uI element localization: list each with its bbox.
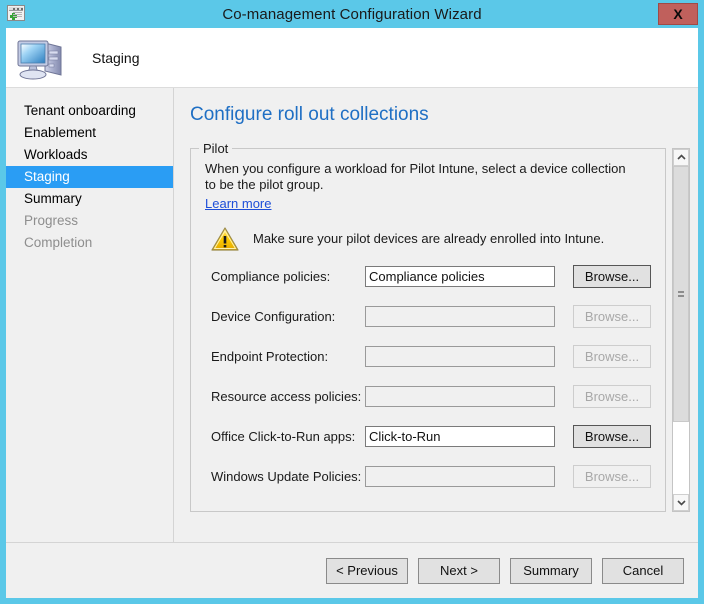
scroll-thumb-grip (678, 291, 684, 299)
field-row-endpoint-protection: Endpoint Protection: Browse... (205, 345, 651, 367)
field-row-device-configuration: Device Configuration: Browse... (205, 305, 651, 327)
sidebar-item-progress: Progress (6, 210, 173, 232)
input-device-configuration[interactable] (365, 306, 555, 327)
next-button[interactable]: Next > (418, 558, 500, 584)
field-row-compliance-policies: Compliance policies: Browse... (205, 265, 651, 287)
browse-button-endpoint-protection: Browse... (573, 345, 651, 368)
input-windows-update-policies[interactable] (365, 466, 555, 487)
panel-wrap: Pilot When you configure a workload for … (190, 148, 698, 542)
chevron-up-icon[interactable] (673, 149, 689, 166)
content-pane: Configure roll out collections Pilot Whe… (174, 88, 698, 542)
sidebar-item-enablement[interactable]: Enablement (6, 122, 173, 144)
scrollbar-track[interactable] (673, 166, 689, 494)
warning-row: Make sure your pilot devices are already… (211, 226, 651, 251)
warning-triangle-icon (211, 226, 239, 251)
input-endpoint-protection[interactable] (365, 346, 555, 367)
sidebar-item-completion: Completion (6, 232, 173, 254)
wizard-banner: Staging (6, 28, 698, 88)
browse-button-office-click-to-run-apps[interactable]: Browse... (573, 425, 651, 448)
wizard-step-list: Tenant onboarding Enablement Workloads S… (6, 88, 174, 542)
groupbox-legend: Pilot (199, 141, 232, 156)
banner-title: Staging (92, 50, 139, 66)
title-bar: Co-management Configuration Wizard X (0, 0, 704, 28)
field-label-compliance-policies: Compliance policies: (205, 269, 365, 284)
wizard-footer: < Previous Next > Summary Cancel (6, 542, 698, 598)
collection-fields: Compliance policies: Browse... Device Co… (205, 265, 651, 487)
field-label-endpoint-protection: Endpoint Protection: (205, 349, 365, 364)
learn-more-link[interactable]: Learn more (205, 196, 271, 211)
page-title: Configure roll out collections (190, 104, 698, 126)
field-label-windows-update-policies: Windows Update Policies: (205, 469, 365, 484)
field-row-windows-update-policies: Windows Update Policies: Browse... (205, 465, 651, 487)
input-office-click-to-run-apps[interactable] (365, 426, 555, 447)
client-area: Staging Tenant onboarding Enablement Wor… (6, 28, 698, 598)
input-resource-access-policies[interactable] (365, 386, 555, 407)
browse-button-device-configuration: Browse... (573, 305, 651, 328)
close-button[interactable]: X (658, 3, 698, 25)
input-compliance-policies[interactable] (365, 266, 555, 287)
warning-text: Make sure your pilot devices are already… (253, 231, 604, 246)
sidebar-item-staging[interactable]: Staging (6, 166, 173, 188)
field-row-office-click-to-run-apps: Office Click-to-Run apps: Browse... (205, 425, 651, 447)
sidebar-item-workloads[interactable]: Workloads (6, 144, 173, 166)
browse-button-windows-update-policies: Browse... (573, 465, 651, 488)
field-row-resource-access-policies: Resource access policies: Browse... (205, 385, 651, 407)
summary-button[interactable]: Summary (510, 558, 592, 584)
sidebar-item-summary[interactable]: Summary (6, 188, 173, 210)
pilot-groupbox: Pilot When you configure a workload for … (190, 148, 666, 512)
previous-button[interactable]: < Previous (326, 558, 408, 584)
body-row: Tenant onboarding Enablement Workloads S… (6, 88, 698, 542)
computer-icon (14, 33, 70, 83)
vertical-scrollbar[interactable] (672, 148, 690, 512)
field-label-office-click-to-run-apps: Office Click-to-Run apps: (205, 429, 365, 444)
wizard-window: Co-management Configuration Wizard X (0, 0, 704, 604)
browse-button-compliance-policies[interactable]: Browse... (573, 265, 651, 288)
sidebar-item-tenant-onboarding[interactable]: Tenant onboarding (6, 100, 173, 122)
scrollbar-thumb[interactable] (673, 166, 689, 422)
chevron-down-icon[interactable] (673, 494, 689, 511)
cancel-button[interactable]: Cancel (602, 558, 684, 584)
window-title: Co-management Configuration Wizard (0, 6, 704, 23)
field-label-device-configuration: Device Configuration: (205, 309, 365, 324)
wizard-window-icon (7, 5, 25, 21)
browse-button-resource-access-policies: Browse... (573, 385, 651, 408)
field-label-resource-access-policies: Resource access policies: (205, 389, 365, 404)
intro-text: When you configure a workload for Pilot … (205, 161, 635, 193)
